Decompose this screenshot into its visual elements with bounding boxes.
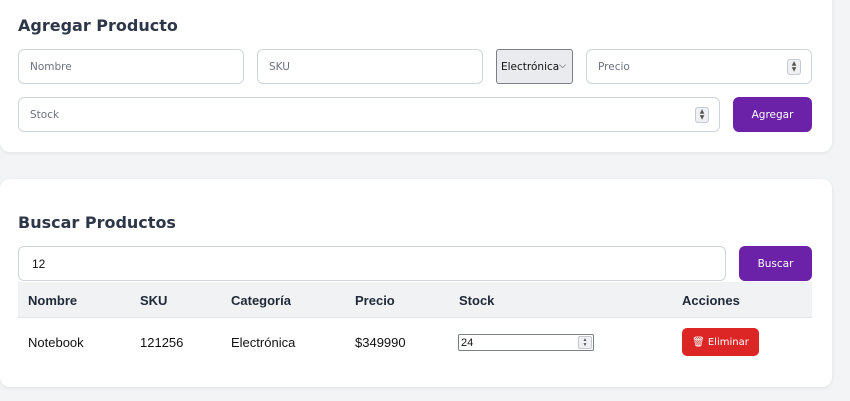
header-sku: SKU: [140, 292, 168, 308]
header-acciones: Acciones: [682, 292, 740, 308]
header-categoria: Categoría: [231, 292, 291, 308]
delete-button[interactable]: 🗑 Eliminar: [682, 328, 759, 356]
search-title: Buscar Productos: [18, 213, 176, 232]
category-selected-value: Electrónica: [501, 60, 560, 73]
search-card: Buscar Productos 12 Buscar Nombre SKU Ca…: [0, 179, 832, 387]
nombre-placeholder: Nombre: [30, 60, 72, 73]
header-stock: Stock: [459, 292, 495, 308]
table-header: Nombre SKU Categoría Precio Stock Accion…: [18, 282, 812, 318]
stock-input[interactable]: Stock ▲ ▼: [18, 97, 720, 132]
sku-placeholder: SKU: [269, 60, 290, 73]
spinner-icon[interactable]: ▲ ▼: [787, 59, 801, 75]
cell-nombre: Notebook: [28, 334, 84, 350]
stock-placeholder: Stock: [30, 108, 60, 121]
add-product-title: Agregar Producto: [18, 16, 178, 35]
sku-input[interactable]: SKU: [257, 49, 483, 84]
stock-value: 24: [461, 336, 474, 349]
category-select[interactable]: Electrónica ⌵: [496, 49, 573, 84]
stock-edit-input[interactable]: 24 ▲ ▼: [458, 334, 594, 351]
nombre-input[interactable]: Nombre: [18, 49, 244, 84]
search-button[interactable]: Buscar: [739, 246, 812, 281]
delete-label: Eliminar: [707, 336, 749, 348]
cell-sku: 121256: [140, 334, 184, 350]
spinner-icon[interactable]: ▲ ▼: [695, 107, 709, 123]
add-button[interactable]: Agregar: [733, 97, 812, 132]
chevron-down-icon: ⌵: [559, 61, 566, 71]
trash-icon: 🗑: [692, 336, 705, 348]
cell-precio: $349990: [355, 334, 406, 350]
header-nombre: Nombre: [28, 292, 78, 308]
header-precio: Precio: [355, 292, 395, 308]
search-input[interactable]: 12: [18, 246, 726, 281]
precio-placeholder: Precio: [598, 60, 630, 73]
cell-categoria: Electrónica: [231, 334, 296, 350]
spinner-icon[interactable]: ▲ ▼: [578, 336, 592, 349]
precio-input[interactable]: Precio ▲ ▼: [586, 49, 812, 84]
